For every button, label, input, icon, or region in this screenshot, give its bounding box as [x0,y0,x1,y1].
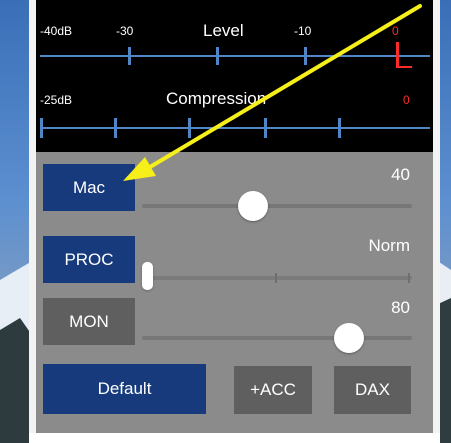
proc-value: Norm [368,236,410,255]
proc-slider-tick [408,273,410,283]
level-peak-marker [396,42,399,68]
level-meter-tick [216,47,219,65]
level-tick-minus30: -30 [116,24,134,38]
mac-button[interactable]: Mac [43,164,135,211]
level-title: Level [203,21,244,40]
compression-tick-zero: 0 [403,93,410,107]
mon-button[interactable]: MON [43,298,135,345]
meter-section: -40dB -30 Level -10 0 -25dB Compression … [36,0,433,152]
level-tick-minus40: -40dB [40,24,73,38]
compression-meter-tick [40,118,43,138]
dax-button[interactable]: DAX [334,366,411,414]
compression-meter-tick [338,118,341,138]
mac-slider-thumb[interactable] [238,191,268,221]
compression-meter-tick [264,118,267,138]
proc-slider-tick [275,273,277,283]
controls-section: Mac 40 PROC Norm MON 80 Default +ACC DAX [36,152,433,433]
proc-slider-track[interactable] [142,276,412,280]
compression-title: Compression [166,89,267,108]
panel-bottom [29,433,440,443]
level-meter-tick [304,47,307,65]
compression-meter-tick [188,118,191,138]
level-meter-line [40,55,430,57]
mac-slider-track[interactable] [142,204,412,208]
compression-meter-line [40,127,430,129]
compression-tick-minus25: -25dB [40,93,73,107]
level-tick-zero: 0 [392,24,399,38]
mac-value: 40 [391,165,410,184]
default-button[interactable]: Default [43,364,206,414]
mon-slider-track[interactable] [142,336,412,340]
mon-slider-thumb[interactable] [334,323,364,353]
mon-value: 80 [391,298,410,317]
proc-button[interactable]: PROC [43,236,135,283]
level-meter-tick [128,47,131,65]
level-tick-minus10: -10 [294,24,312,38]
compression-meter-tick [114,118,117,138]
level-peak-base [396,66,412,68]
proc-slider-thumb[interactable] [142,262,153,290]
acc-button[interactable]: +ACC [234,366,312,414]
